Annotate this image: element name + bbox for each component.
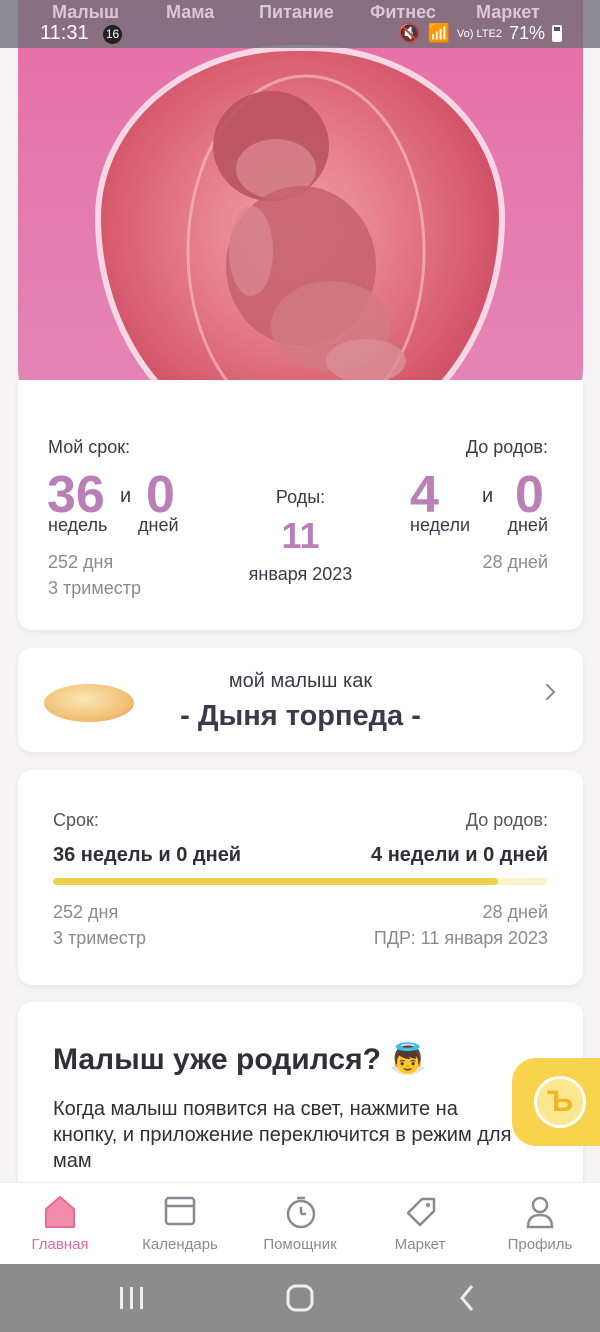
nav-profile[interactable]: Профиль [480, 1183, 600, 1265]
baby-born-title: Малыш уже родился? 👼 [53, 1043, 427, 1076]
baby-size-subtitle: мой малыш как [228, 670, 373, 692]
birth-label: Роды: [275, 487, 326, 507]
nav-home-label: Главная [31, 1236, 89, 1253]
baby-born-card[interactable]: Малыш уже родился? 👼 Когда малыш появитс… [18, 1002, 583, 1202]
timer-icon [286, 1196, 316, 1229]
bottom-navigation: Главная Календарь Помощник Маркет Профил… [0, 1182, 600, 1264]
battery-percent: 71% [508, 23, 545, 43]
baby-size-fruit-name: - Дыня торпеда - [180, 700, 421, 732]
baby-born-text: Когда малыш появится на свет, нажмите на… [53, 1098, 512, 1172]
nav-market[interactable]: Маркет [360, 1183, 480, 1265]
nav-assistant[interactable]: Помощник [240, 1183, 360, 1265]
nav-calendar[interactable]: Календарь [120, 1183, 240, 1265]
progress-term-days: 252 дня [53, 902, 119, 922]
system-navigation-bar [0, 1264, 600, 1332]
until-days-unit: дней [507, 515, 548, 535]
network-label: Vo) LTE2 [456, 27, 502, 40]
progress-until-value: 4 недели и 0 дней [371, 844, 548, 866]
home-system-icon[interactable] [286, 1284, 314, 1312]
wifi-icon: 📶 [427, 23, 450, 43]
calendar-icon [164, 1196, 196, 1226]
due-date: ПДР: 11 января 2023 [373, 928, 548, 948]
progress-term-label: Срок: [53, 810, 99, 830]
status-bar: 11:31 16 🔇 📶 Vo) LTE2 71% [0, 20, 600, 48]
nav-assistant-label: Помощник [263, 1236, 337, 1253]
progress-until-label: До родов: [465, 810, 548, 830]
nav-home[interactable]: Главная [0, 1183, 120, 1265]
notification-count-badge: 16 [103, 25, 122, 44]
birth-day: 11 [281, 515, 320, 556]
battery-icon [552, 25, 562, 42]
baby-size-card[interactable]: мой малыш как - Дыня торпеда - [18, 648, 583, 752]
mute-icon: 🔇 [398, 23, 421, 43]
recent-apps-icon[interactable] [120, 1287, 143, 1309]
nav-market-label: Маркет [394, 1236, 446, 1253]
nav-calendar-label: Календарь [142, 1236, 218, 1253]
until-weeks-unit: недели [410, 515, 471, 535]
nav-profile-label: Профиль [507, 1236, 573, 1253]
progress-until-days: 28 дней [482, 902, 548, 922]
home-icon [45, 1196, 75, 1228]
profile-icon [526, 1196, 554, 1229]
coin-icon: Ъ [534, 1076, 586, 1128]
my-term-label: Мой срок: [48, 437, 131, 457]
progress-term-value: 36 недель и 0 дней [53, 844, 242, 866]
until-label: До родов: [465, 437, 548, 457]
until-and: и [482, 485, 494, 507]
coins-button[interactable]: Ъ [512, 1058, 600, 1146]
pregnancy-progress-bar [53, 878, 547, 885]
term-card: Мой срок: 36 и 0 недель дней 252 дня 3 т… [18, 380, 583, 630]
progress-card: Срок: До родов: 36 недель и 0 дней 4 нед… [18, 770, 583, 985]
progress-bar-fill [53, 878, 498, 885]
back-icon[interactable] [460, 1285, 474, 1311]
status-icons: 🔇 📶 Vo) LTE2 71% [398, 23, 562, 44]
tag-icon [406, 1197, 436, 1227]
clock: 11:31 [40, 22, 89, 44]
progress-trimester: 3 триместр [53, 928, 146, 948]
until-total-days: 28 дней [482, 552, 548, 572]
